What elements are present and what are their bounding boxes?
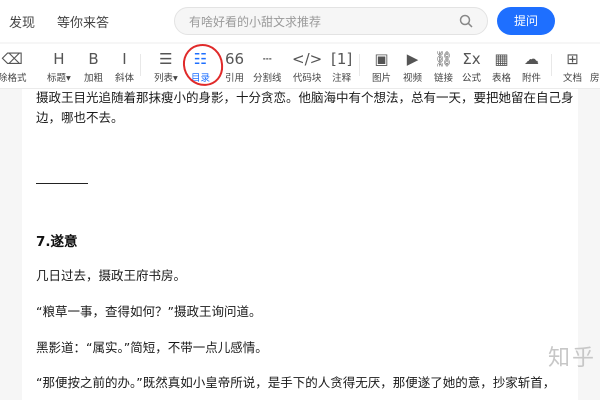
- toolbar-label: 加粗: [84, 73, 104, 84]
- paragraph-1: 几日过去，摄政王府书房。: [36, 268, 187, 283]
- table-icon: ▦: [494, 50, 509, 68]
- paragraph-top-2: 边，哪也不去。: [36, 110, 124, 125]
- toolbar-separator: [551, 54, 552, 76]
- heading-icon: H: [53, 50, 65, 68]
- toolbar-button-list[interactable]: ☰ 列表▾: [154, 50, 178, 84]
- toolbar-label: 附件: [522, 73, 542, 84]
- toolbar-label: 房: [590, 73, 600, 84]
- toolbar-separator: [140, 54, 141, 76]
- toolbar-label: 公式: [462, 73, 482, 84]
- toolbar-button-divider[interactable]: ┄ 分割线: [253, 50, 282, 84]
- toolbar-label: 标题▾: [47, 73, 71, 84]
- section-heading: 7.遂意: [36, 234, 78, 250]
- paragraph-3: 黑影道：“属实。”简短，不带一点儿感情。: [36, 340, 268, 355]
- search-input[interactable]: [187, 12, 451, 32]
- attachment-icon: ☁: [524, 50, 539, 68]
- toolbar-label: 除格式: [0, 73, 27, 84]
- toolbar-button-more[interactable]: 房: [590, 50, 600, 84]
- more-icon: [590, 50, 600, 68]
- paragraph-2: “粮草一事，查得如何？”摄政王询问道。: [36, 304, 262, 319]
- toolbar-label: 代码块: [292, 73, 322, 84]
- toolbar-label: 注释: [332, 73, 352, 84]
- quote-icon: 66: [225, 50, 245, 68]
- toolbar-button-image[interactable]: ▣ 图片: [372, 50, 391, 84]
- toolbar-button-quote[interactable]: 66 引用: [225, 50, 244, 84]
- editor-content[interactable]: 摄政王目光追随着那抹瘦小的身影，十分贪恋。他脑海中有个想法，总有一天，要把她留在…: [22, 89, 578, 400]
- toolbar-button-formula[interactable]: Σx 公式: [462, 50, 481, 84]
- link-icon: ⛓: [434, 50, 454, 68]
- toolbar-button-code[interactable]: </> 代码块: [292, 50, 322, 84]
- bold-icon: B: [88, 50, 99, 68]
- footnote-icon: [1]: [331, 50, 353, 68]
- toolbar-label: 图片: [372, 73, 392, 84]
- italic-icon: I: [122, 50, 127, 68]
- ask-question-button[interactable]: 提问: [497, 7, 555, 35]
- toolbar-button-attachment[interactable]: ☁ 附件: [522, 50, 541, 84]
- toolbar-label: 视频: [403, 73, 423, 84]
- nav-wait-answer[interactable]: 等你来答: [57, 12, 109, 31]
- zhihu-watermark: 知乎: [548, 346, 597, 371]
- list-icon: ☰: [159, 50, 173, 68]
- toolbar-separator: [359, 54, 360, 76]
- toolbar-label: 引用: [225, 73, 245, 84]
- toolbar-label: 斜体: [115, 73, 135, 84]
- image-icon: ▣: [374, 50, 389, 68]
- toolbar-button-document[interactable]: ⊞ 文档: [563, 50, 582, 84]
- formula-icon: Σx: [462, 50, 481, 68]
- document-icon: ⊞: [566, 50, 579, 68]
- toolbar-button-link[interactable]: ⛓ 链接: [434, 50, 453, 84]
- nav-discover[interactable]: 发现: [9, 12, 35, 31]
- toolbar-button-italic[interactable]: I 斜体: [115, 50, 134, 84]
- toolbar-button-bold[interactable]: B 加粗: [84, 50, 103, 84]
- toolbar-button-heading[interactable]: H 标题▾: [47, 50, 71, 84]
- editor-toolbar: ⌫ 除格式 H 标题▾ B 加粗 I 斜体 ☰ 列表▾ ☷ 目录 66 引用 ┄ 分割线 </> 代码块 [1] 注释…: [0, 44, 600, 89]
- video-icon: ▶: [406, 50, 419, 68]
- toolbar-label: 目录: [191, 73, 211, 84]
- top-navigation: 发现 等你来答 提问: [0, 0, 600, 42]
- divider-icon: ┄: [262, 50, 272, 68]
- search-icon[interactable]: [459, 14, 473, 28]
- toc-icon: ☷: [193, 50, 208, 68]
- toolbar-button-toc[interactable]: ☷ 目录: [191, 50, 210, 84]
- toolbar-label: 列表▾: [154, 73, 178, 84]
- toolbar-button-eraser[interactable]: ⌫ 除格式: [0, 50, 27, 84]
- toolbar-button-table[interactable]: ▦ 表格: [492, 50, 511, 84]
- toolbar-label: 分割线: [253, 73, 282, 84]
- toolbar-button-footnote[interactable]: [1] 注释: [331, 50, 352, 84]
- paragraph-4: “那便按之前的办。”既然真如小皇帝所说，是手下的人贪得无厌，那便遂了她的意，抄家…: [36, 375, 556, 390]
- toolbar-label: 表格: [492, 73, 512, 84]
- paragraph-top: 摄政王目光追随着那抹瘦小的身影，十分贪恋。他脑海中有个想法，总有一天，要把她留在…: [36, 90, 574, 105]
- toolbar-button-video[interactable]: ▶ 视频: [403, 50, 422, 84]
- toolbar-label: 链接: [434, 73, 454, 84]
- code-icon: </>: [292, 50, 323, 68]
- divider-line: [36, 183, 88, 184]
- search-box[interactable]: [174, 7, 488, 35]
- eraser-icon: ⌫: [1, 50, 23, 68]
- toolbar-label: 文档: [563, 73, 583, 84]
